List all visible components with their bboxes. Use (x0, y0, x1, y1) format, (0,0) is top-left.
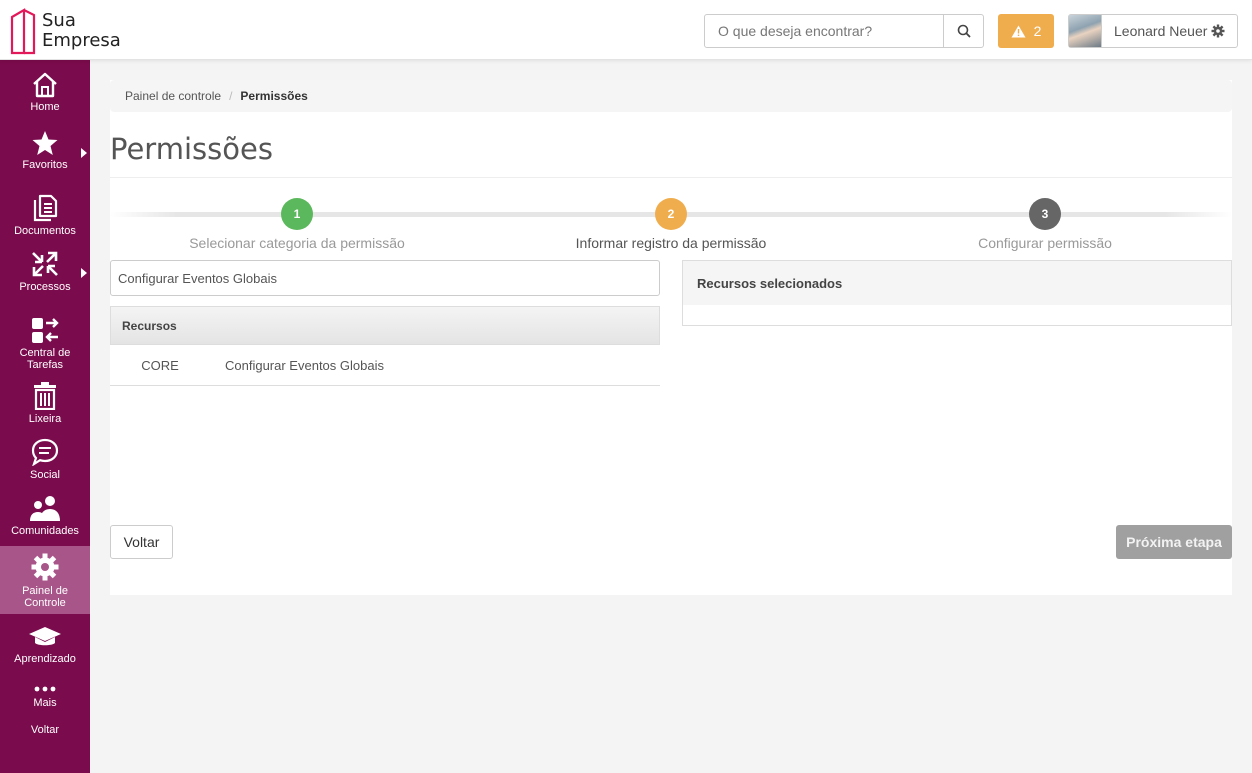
resource-search-value: Configurar Eventos Globais (118, 270, 277, 286)
search-input[interactable] (705, 15, 943, 47)
search-button[interactable] (943, 15, 983, 47)
alert-count: 2 (1033, 23, 1042, 39)
sidebar-item-voltar[interactable]: Voltar (0, 724, 90, 736)
sidebar-item-comunidades[interactable]: Comunidades (0, 494, 90, 537)
sidebar-item-label: Processos (19, 281, 71, 293)
sidebar-item-lixeira[interactable]: Lixeira (0, 382, 90, 425)
resource-code: CORE (141, 358, 179, 373)
sidebar-item-mais[interactable]: Mais (0, 682, 90, 709)
sidebar-item-home[interactable]: Home (0, 72, 90, 113)
sidebar-item-label: Mais (33, 697, 57, 709)
sidebar-item-label: Lixeira (28, 413, 62, 425)
logo-text: Sua Empresa (42, 11, 121, 51)
warning-icon (1011, 25, 1026, 37)
documents-icon (33, 194, 58, 222)
sidebar-item-processos[interactable]: Processos (0, 250, 90, 293)
table-row[interactable]: CORE Configurar Eventos Globais (110, 346, 660, 386)
company-logo[interactable]: Sua Empresa (10, 6, 130, 56)
trash-icon (34, 382, 56, 410)
back-button[interactable]: Voltar (110, 525, 173, 559)
sidebar-item-label: Documentos (14, 225, 76, 237)
alerts-button[interactable]: 2 (998, 14, 1054, 48)
sidebar-item-aprendizado[interactable]: Aprendizado (0, 624, 90, 665)
selected-resources-header: Recursos selecionados (683, 261, 1231, 305)
logo-line-1: Sua (42, 10, 76, 31)
sidebar-item-painel-de-controle[interactable]: Painel de Controle (0, 546, 90, 614)
sidebar-item-social[interactable]: Social (0, 438, 90, 481)
sidebar-item-label: Central de Tarefas (19, 347, 71, 371)
sidebar-item-central-de-tarefas[interactable]: Central de Tarefas (0, 316, 90, 371)
user-name: Leonard Neuer (1114, 23, 1208, 39)
sidebar-item-documentos[interactable]: Documentos (0, 194, 90, 237)
breadcrumb-link-painel[interactable]: Painel de controle (125, 89, 221, 103)
wizard-steps: 1 Selecionar categoria da permissão 2 In… (110, 198, 1232, 254)
processes-icon (32, 251, 58, 277)
sidebar-item-label: Comunidades (11, 525, 79, 537)
selected-resources-label: Recursos selecionados (697, 275, 843, 291)
main-content: Painel de controle / Permissões Permissõ… (110, 80, 1232, 595)
sidebar-item-label: Painel de Controle (22, 585, 68, 609)
sidebar-item-favoritos[interactable]: Favoritos (0, 130, 90, 171)
expand-arrow-icon[interactable] (81, 268, 87, 278)
step-2-number: 2 (655, 198, 687, 230)
sidebar-item-label: Social (30, 469, 60, 481)
resource-search-input[interactable]: Configurar Eventos Globais (110, 260, 660, 296)
step-1: 1 Selecionar categoria da permissão (147, 198, 447, 251)
sidebar-item-label: Voltar (30, 724, 60, 736)
search-icon (957, 24, 971, 38)
next-step-button[interactable]: Próxima etapa (1116, 525, 1232, 559)
communities-icon (30, 496, 60, 521)
user-menu-button[interactable]: Leonard Neuer (1068, 14, 1238, 48)
step-1-number: 1 (281, 198, 313, 230)
resources-header-label: Recursos (122, 318, 177, 333)
logo-icon (10, 8, 36, 55)
step-3-number: 3 (1029, 198, 1061, 230)
breadcrumb-current: Permissões (240, 89, 308, 103)
step-3-label: Configurar permissão (978, 235, 1112, 251)
page-title: Permissões (110, 132, 273, 166)
chat-icon (31, 438, 59, 466)
sidebar-item-label: Favoritos (22, 159, 68, 171)
logo-line-2: Empresa (42, 30, 121, 51)
home-icon (33, 72, 57, 98)
avatar (1069, 15, 1102, 47)
tasks-icon (32, 318, 59, 343)
search-box (704, 14, 984, 48)
selected-resources-panel: Recursos selecionados (682, 260, 1232, 326)
graduation-icon (29, 627, 61, 646)
sidebar-item-label: Home (30, 101, 60, 113)
more-icon (34, 686, 56, 692)
top-header: Sua Empresa 2 Leonard Neuer (0, 0, 1252, 60)
gear-icon (1211, 24, 1225, 38)
breadcrumb-separator: / (229, 89, 233, 103)
title-divider (110, 177, 1232, 178)
resource-name: Configurar Eventos Globais (225, 358, 384, 373)
gear-icon (31, 553, 59, 581)
step-2-label: Informar registro da permissão (575, 235, 767, 251)
step-3: 3 Configurar permissão (895, 198, 1195, 251)
star-icon (32, 131, 58, 155)
expand-arrow-icon[interactable] (81, 148, 87, 158)
step-2: 2 Informar registro da permissão (521, 198, 821, 251)
sidebar-item-label: Aprendizado (14, 653, 76, 665)
sidebar: Home Favoritos Documentos Processos Cent… (0, 60, 90, 773)
breadcrumb: Painel de controle / Permissões (110, 80, 1232, 112)
step-1-label: Selecionar categoria da permissão (189, 235, 405, 251)
resources-table-header: Recursos (110, 306, 660, 345)
